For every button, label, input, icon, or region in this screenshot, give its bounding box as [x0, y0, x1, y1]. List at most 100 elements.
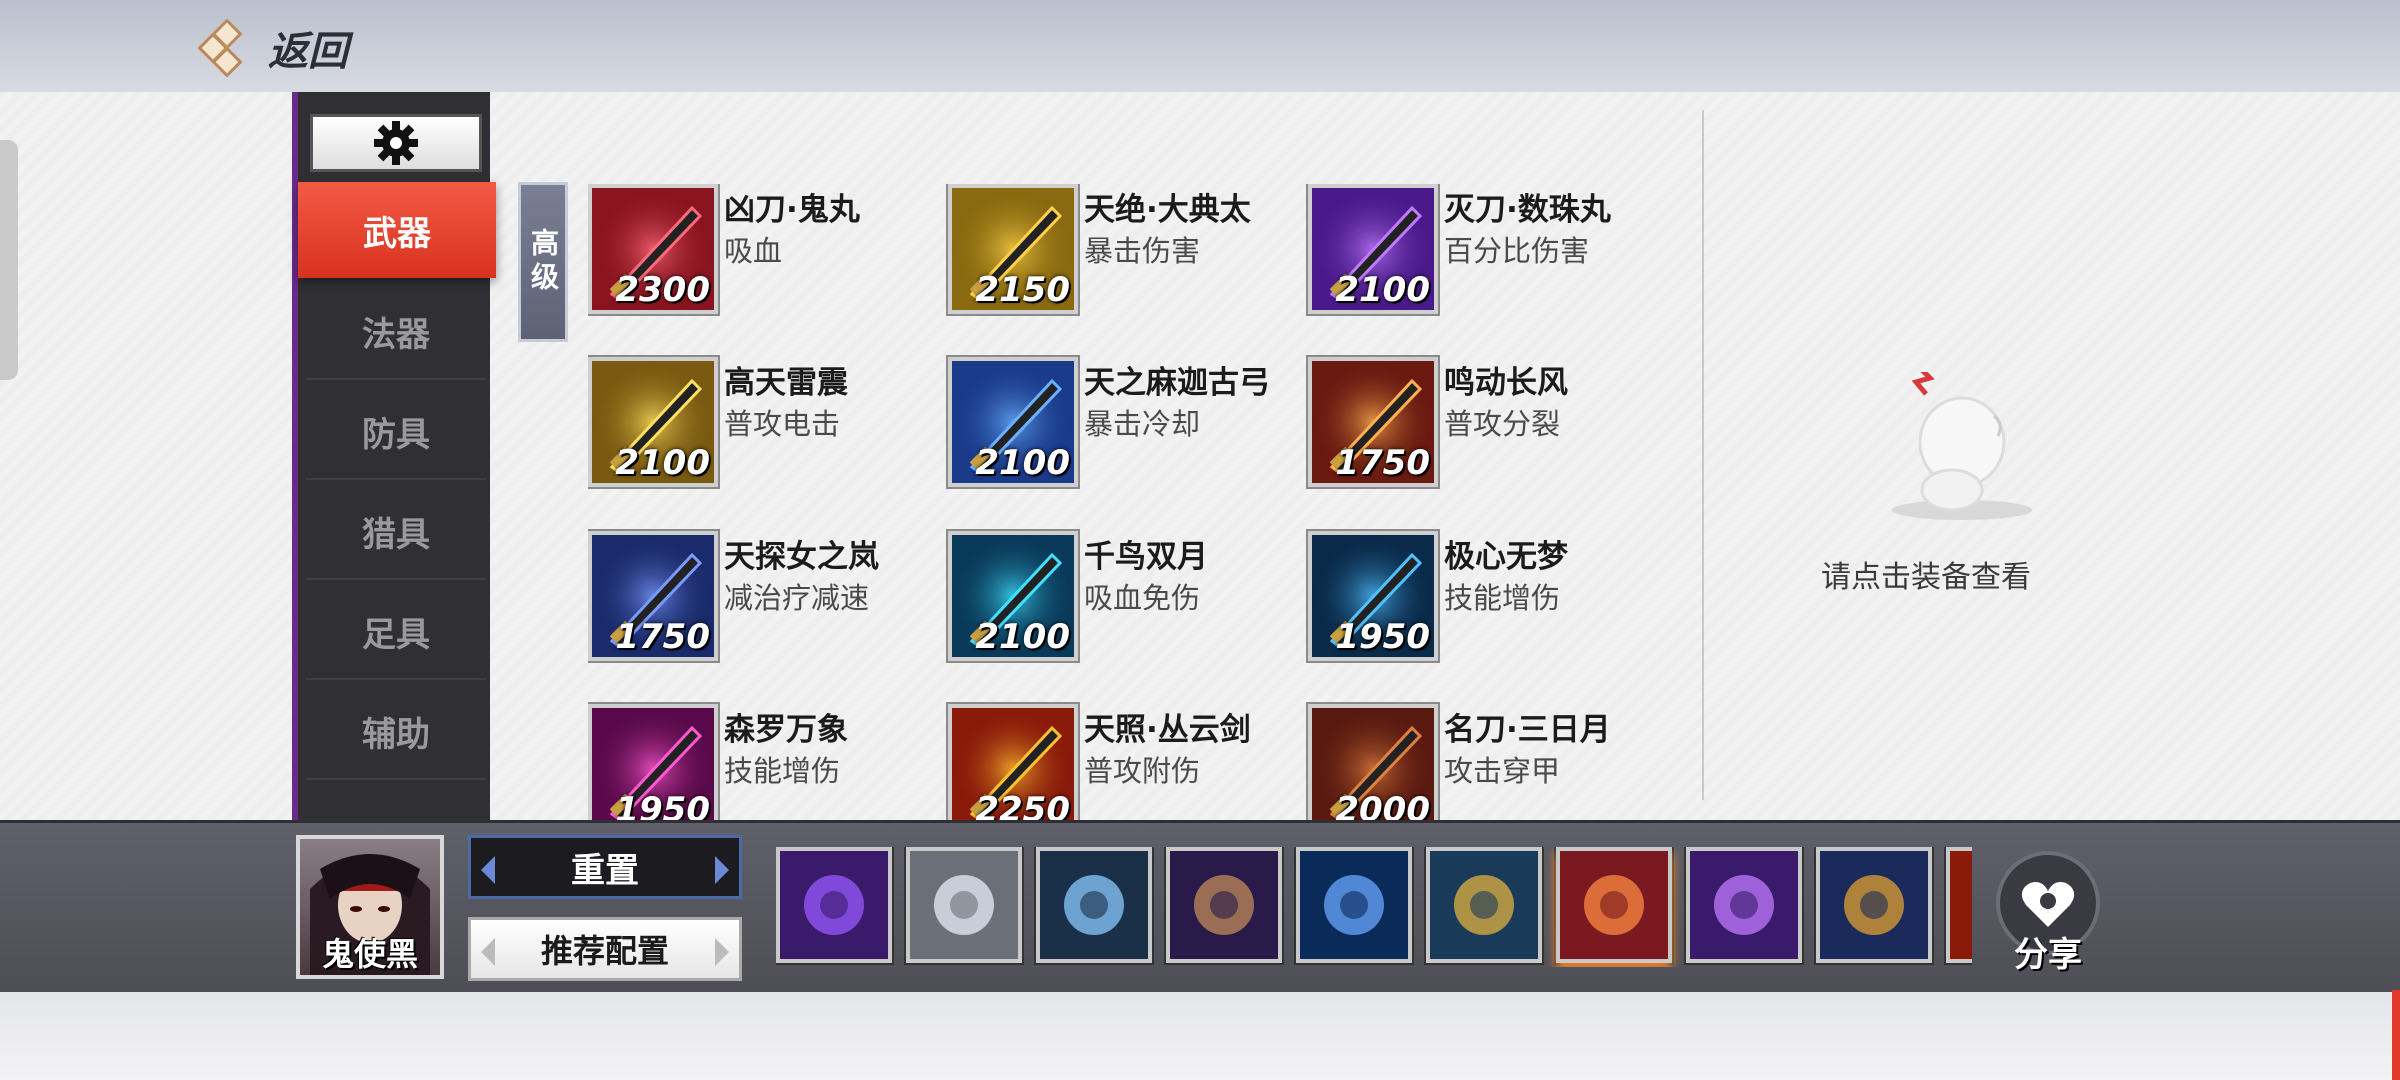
item-price: 1750	[1335, 443, 1430, 483]
loadout-slot[interactable]	[1816, 847, 1932, 963]
panel-divider	[1702, 110, 1704, 800]
equipment-icon: 2150	[948, 184, 1078, 314]
red-partial-icon	[1950, 851, 1972, 959]
equipment-item[interactable]: 2300 凶刀·鬼丸吸血	[588, 184, 948, 316]
equipment-icon: 2100	[948, 357, 1078, 487]
equipment-icon: 1950	[1308, 531, 1438, 661]
tier-tag: 高级	[518, 182, 568, 342]
item-name: 天照·丛云剑	[1084, 712, 1251, 748]
item-name: 极心无梦	[1444, 539, 1568, 575]
reset-label: 重置	[571, 850, 639, 891]
item-name: 千鸟双月	[1084, 539, 1208, 575]
item-price: 2100	[615, 443, 710, 483]
equipment-icon: 2300	[588, 184, 718, 314]
item-name: 灭刀·数珠丸	[1444, 192, 1611, 228]
item-name: 鸣动长风	[1444, 365, 1568, 401]
purple-dagger-icon	[780, 851, 888, 959]
loadout-slot[interactable]	[1426, 847, 1542, 963]
red-hammer-icon	[1560, 851, 1668, 959]
loadout-slot[interactable]	[1946, 847, 1972, 963]
tab-hunting-gear[interactable]: 猎具	[306, 484, 486, 580]
equipment-item[interactable]: 2250 天照·丛云剑 普攻附伤	[948, 704, 1308, 820]
equipment-panel: 武器 法器 防具 猎具 足具 辅助 高级 2300 凶刀·鬼丸吸血 2150 天绝·大…	[0, 92, 2400, 820]
chevron-right-icon	[715, 938, 729, 966]
item-effect: 暴击冷却	[1084, 407, 1201, 441]
chevron-right-icon	[715, 856, 729, 884]
equipment-icon: 2000	[1308, 704, 1438, 820]
item-price: 2300	[615, 270, 710, 310]
mascot-icon	[1892, 372, 2032, 520]
loadout-slot[interactable]	[906, 847, 1022, 963]
equipment-item[interactable]: 2100 灭刀·数珠丸 百分比伤害	[1308, 184, 1668, 316]
purple-boot-icon	[1170, 851, 1278, 959]
loadout-slot[interactable]	[1556, 847, 1672, 963]
item-effect: 减治疗减速	[724, 581, 870, 615]
item-price: 2100	[975, 443, 1070, 483]
item-price: 2100	[1335, 270, 1430, 310]
equipment-icon: 2250	[948, 704, 1078, 820]
item-grid: 2300 凶刀·鬼丸吸血 2150 天绝·大典太 暴击伤害 2100 灭刀·数珠丸 百分比伤害…	[588, 184, 1678, 820]
item-effect: 技能增伤	[1444, 581, 1561, 615]
item-effect: 普攻电击	[724, 407, 841, 441]
loadout-slot[interactable]	[1296, 847, 1412, 963]
hero-portrait[interactable]: 鬼使黑	[296, 835, 444, 979]
tab-armor[interactable]: 防具	[306, 384, 486, 480]
purple-blade-icon	[1690, 851, 1798, 959]
equipment-icon: 2100	[1308, 184, 1438, 314]
item-price: 1950	[1335, 617, 1430, 657]
item-effect: 吸血免伤	[1084, 581, 1201, 615]
equipment-icon: 2100	[948, 531, 1078, 661]
loadout-slot[interactable]	[1036, 847, 1152, 963]
loadout-slots	[776, 847, 1972, 967]
loadout-slot[interactable]	[1686, 847, 1802, 963]
item-price: 1750	[615, 617, 710, 657]
equipment-icon: 2100	[588, 357, 718, 487]
loadout-slot[interactable]	[776, 847, 892, 963]
equipment-item[interactable]: 2000 名刀·三日月 攻击穿甲	[1308, 704, 1668, 820]
back-button[interactable]: 返回	[197, 18, 348, 78]
item-name: 天之麻迦古弓	[1084, 365, 1270, 401]
equipment-item[interactable]: 1950 极心无梦技能增伤	[1308, 531, 1668, 663]
equipment-item[interactable]: 1750 天探女之岚 减治疗减速	[588, 531, 948, 663]
tab-weapon[interactable]: 武器	[298, 182, 496, 278]
item-effect: 百分比伤害	[1444, 234, 1590, 268]
item-effect: 技能增伤	[724, 754, 841, 788]
item-price: 2000	[1335, 790, 1430, 820]
tab-magic-item[interactable]: 法器	[306, 284, 486, 380]
equipment-item[interactable]: 1750 鸣动长风普攻分裂	[1308, 357, 1668, 489]
share-button[interactable]: 分享	[1990, 851, 2106, 975]
chevron-left-icon	[481, 856, 495, 884]
fox-mask-icon	[1040, 851, 1148, 959]
equipment-icon: 1750	[1308, 357, 1438, 487]
gold-mirror-icon	[1430, 851, 1538, 959]
category-sidebar: 武器 法器 防具 猎具 足具 辅助	[292, 92, 496, 820]
equipment-icon: 1750	[588, 531, 718, 661]
equipment-item[interactable]: 1950 森罗万象 技能增伤	[588, 704, 948, 820]
item-effect: 普攻分裂	[1444, 407, 1561, 441]
item-detail-panel: 请点击装备查看	[1706, 92, 2400, 820]
item-effect: 吸血	[724, 234, 783, 268]
tab-boots[interactable]: 足具	[306, 584, 486, 680]
recommended-build-button[interactable]: 推荐配置	[468, 917, 742, 981]
white-boots-icon	[910, 851, 1018, 959]
equipment-item[interactable]: 2100 千鸟双月吸血免伤	[948, 531, 1308, 663]
back-label: 返回	[268, 29, 348, 75]
equipment-item[interactable]: 2100 天之麻迦古弓 暴击冷却	[948, 357, 1308, 489]
settings-button[interactable]	[310, 114, 482, 172]
item-effect: 暴击伤害	[1084, 234, 1201, 268]
top-bar: 返回	[0, 0, 2400, 92]
equipment-item[interactable]: 2150 天绝·大典太 暴击伤害	[948, 184, 1308, 316]
item-name: 高天雷震	[724, 365, 848, 401]
loadout-slot[interactable]	[1166, 847, 1282, 963]
side-pull-tab[interactable]	[0, 140, 18, 380]
item-effect: 攻击穿甲	[1444, 754, 1561, 788]
gear-icon	[374, 121, 418, 165]
chevron-left-icon	[481, 938, 495, 966]
item-name: 名刀·三日月	[1444, 712, 1611, 748]
reset-button[interactable]: 重置	[468, 835, 742, 899]
edge-accent	[2392, 990, 2400, 1080]
item-name: 凶刀·鬼丸	[724, 192, 860, 228]
equipment-item[interactable]: 2100 高天雷震普攻电击	[588, 357, 948, 489]
item-price: 2150	[975, 270, 1070, 310]
tab-support[interactable]: 辅助	[306, 684, 486, 780]
